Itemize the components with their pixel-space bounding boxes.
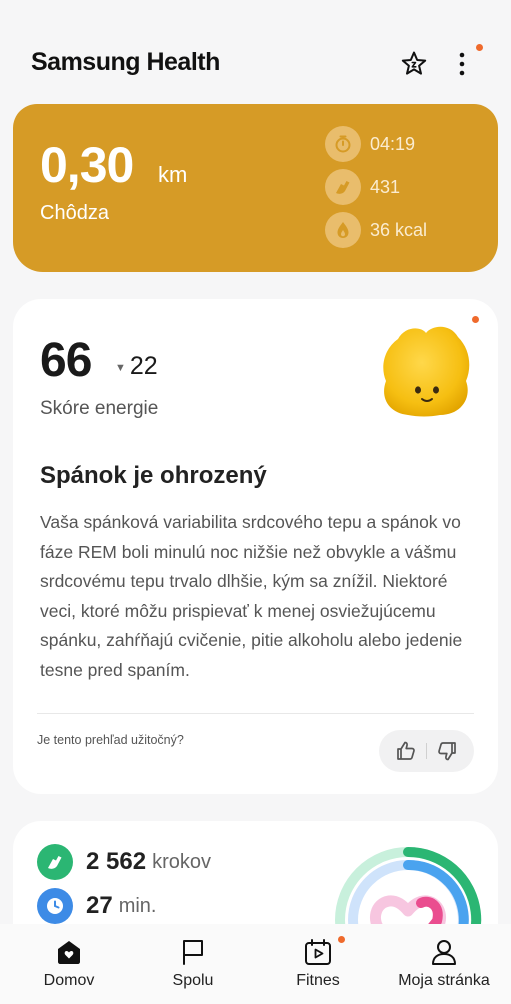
nav-home-label: Domov bbox=[43, 972, 95, 989]
active-time-row: 27 min. bbox=[37, 888, 157, 924]
notification-dot bbox=[476, 44, 483, 51]
favorites-button[interactable] bbox=[396, 46, 432, 82]
down-triangle-icon: ▼ bbox=[115, 361, 126, 374]
walk-calories: 36 kcal bbox=[325, 212, 427, 248]
nav-together-label: Spolu bbox=[172, 972, 214, 989]
feedback-question: Je tento prehľad užitočný? bbox=[37, 733, 184, 747]
energy-score-change: ▼ 22 bbox=[115, 352, 158, 381]
steps-row: 2 562 krokov bbox=[37, 844, 211, 880]
energy-mascot-icon bbox=[383, 326, 470, 417]
energy-delta-value: 22 bbox=[129, 352, 158, 380]
star-icon bbox=[401, 51, 427, 75]
flame-icon bbox=[325, 212, 361, 248]
thumbs-down-button[interactable] bbox=[435, 739, 459, 768]
home-icon bbox=[54, 937, 84, 967]
more-options-button[interactable] bbox=[444, 46, 480, 82]
app-header: Samsung Health bbox=[0, 0, 511, 100]
fitness-notification-dot bbox=[338, 936, 345, 943]
thumbs-down-icon bbox=[438, 742, 456, 761]
thumbs-up-icon bbox=[397, 741, 415, 760]
nav-fitness-label: Fitnes bbox=[296, 972, 340, 989]
app-title: Samsung Health bbox=[31, 48, 220, 76]
walk-distance: 0,30 bbox=[40, 137, 134, 193]
energy-score-value: 66 bbox=[40, 334, 92, 387]
feedback-buttons bbox=[379, 730, 474, 772]
nav-home[interactable]: Domov bbox=[34, 924, 104, 1004]
walk-steps: 431 bbox=[325, 169, 400, 205]
flag-icon bbox=[178, 937, 208, 967]
steps-unit: krokov bbox=[152, 850, 211, 873]
nav-fitness[interactable]: Fitnes bbox=[282, 924, 354, 1004]
insight-body: Vaša spánková variabilita srdcového tepu… bbox=[40, 512, 463, 680]
active-minutes-unit: min. bbox=[118, 894, 157, 917]
feedback-separator bbox=[426, 743, 427, 759]
clock-icon bbox=[37, 888, 73, 924]
walk-activity-type: Chôdza bbox=[40, 202, 109, 224]
divider bbox=[37, 713, 474, 714]
walk-steps-value: 431 bbox=[370, 176, 401, 197]
bottom-navigation: Domov Spolu Fitnes Moja stránka bbox=[0, 924, 511, 1004]
steps-value: 2 562 bbox=[86, 848, 147, 875]
more-vertical-icon bbox=[459, 52, 465, 76]
video-calendar-icon bbox=[303, 936, 345, 967]
active-minutes-value: 27 bbox=[86, 892, 113, 919]
energy-score-label: Skóre energie bbox=[40, 398, 159, 419]
nav-my-page-label: Moja stránka bbox=[398, 972, 490, 989]
energy-score-card[interactable]: 66 ▼ 22 Skóre energie Spánok je ohrozený… bbox=[13, 299, 498, 794]
steps-shoe-icon bbox=[37, 844, 73, 880]
walking-summary-card[interactable]: 0,30 km Chôdza 04:19 431 36 kcal bbox=[13, 104, 498, 272]
person-icon bbox=[429, 937, 459, 967]
insight-title: Spánok je ohrozený bbox=[40, 462, 267, 489]
walk-calories-value: 36 kcal bbox=[370, 219, 428, 240]
nav-my-page[interactable]: Moja stránka bbox=[394, 924, 494, 1004]
walk-duration-value: 04:19 bbox=[370, 133, 416, 154]
walk-distance-unit: km bbox=[158, 162, 188, 187]
timer-icon bbox=[325, 126, 361, 162]
nav-together[interactable]: Spolu bbox=[158, 924, 228, 1004]
walk-duration: 04:19 bbox=[325, 126, 415, 162]
energy-notification-dot bbox=[472, 316, 479, 323]
thumbs-up-button[interactable] bbox=[394, 739, 418, 768]
shoe-icon bbox=[325, 169, 361, 205]
